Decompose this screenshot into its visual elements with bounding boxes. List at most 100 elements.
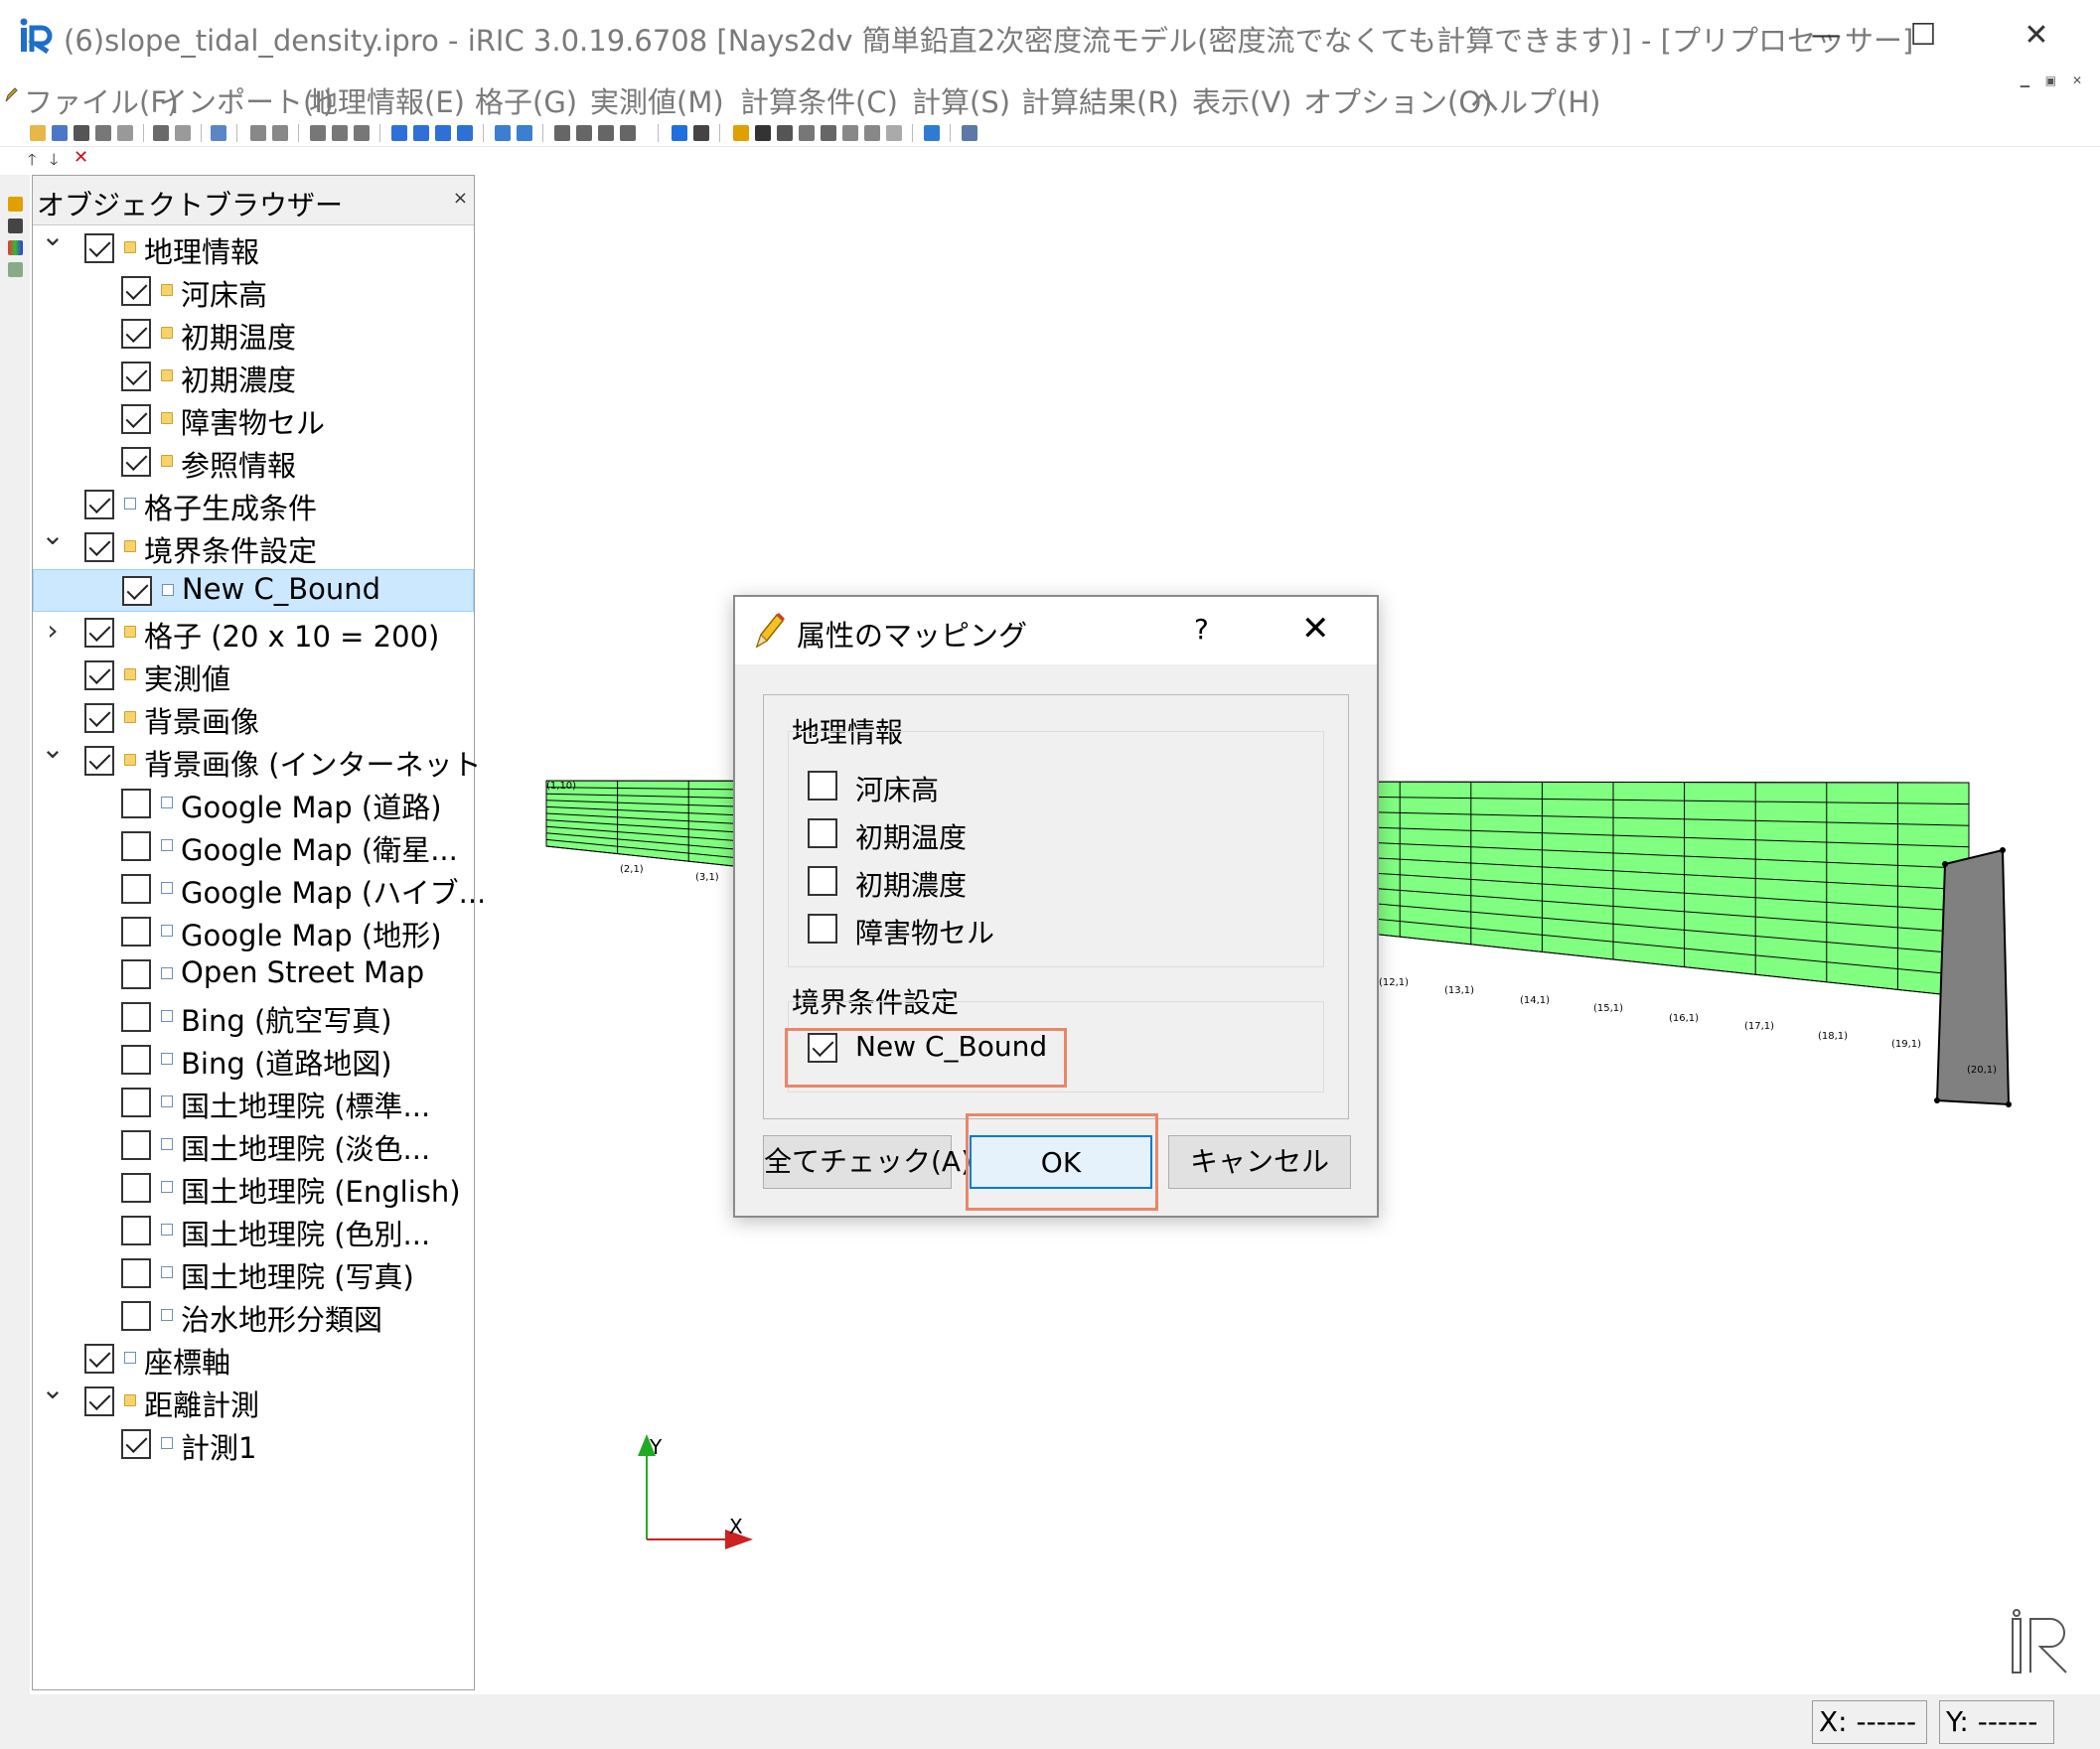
open-icon[interactable]: [30, 125, 46, 141]
move-icon[interactable]: [272, 125, 288, 141]
tool-color-icon[interactable]: [8, 240, 23, 255]
tool-pencil-icon[interactable]: [8, 197, 23, 212]
contour-icon[interactable]: [821, 125, 836, 141]
geodata-checkbox-initial-temperature[interactable]: [808, 818, 837, 848]
tree-item[interactable]: 河床高: [33, 270, 474, 313]
menu-grid[interactable]: 格子(G): [475, 79, 577, 121]
tree-item-checkbox[interactable]: [84, 703, 114, 733]
edit-icon[interactable]: [733, 125, 749, 141]
tree-item-checkbox[interactable]: [121, 447, 151, 477]
dialog-close-button[interactable]: ✕: [1301, 609, 1330, 649]
tree-item[interactable]: ⌄ 境界条件設定: [33, 518, 474, 569]
geodata-checkbox-obstacle-cell[interactable]: [808, 914, 837, 944]
chevron-down-icon[interactable]: ⌄: [39, 518, 67, 551]
tree-item[interactable]: 国土地理院 (English): [33, 1167, 474, 1210]
mouse-icon[interactable]: [962, 125, 977, 141]
close-window-button[interactable]: ✕: [2007, 14, 2066, 58]
tree-item[interactable]: Open Street Map: [33, 953, 474, 996]
menu-measured[interactable]: 実測値(M): [590, 79, 724, 121]
tree-item[interactable]: 国土地理院 (淡色...: [33, 1124, 474, 1167]
zoom-icon[interactable]: [211, 125, 226, 141]
zoom-out-icon[interactable]: [517, 125, 532, 141]
axis-y-icon[interactable]: [332, 125, 348, 141]
particle-icon[interactable]: [799, 125, 815, 141]
print-icon[interactable]: [117, 125, 133, 141]
zoom-in-icon[interactable]: [495, 125, 511, 141]
boundary-vertex[interactable]: [2006, 1101, 2012, 1107]
boundary-vertex[interactable]: [1934, 1097, 1940, 1103]
tree-item-checkbox[interactable]: [122, 576, 152, 606]
arrow-right-icon[interactable]: [413, 125, 429, 141]
arrow-down-icon[interactable]: [457, 125, 473, 141]
delete-icon[interactable]: ✕: [74, 147, 88, 168]
menu-help[interactable]: ヘルプ(H): [1470, 79, 1600, 121]
tree-item-checkbox[interactable]: [121, 319, 151, 349]
chevron-down-icon[interactable]: ⌄: [39, 732, 67, 765]
undo-icon[interactable]: [153, 125, 169, 141]
stop-icon[interactable]: [693, 125, 709, 141]
tree-item[interactable]: ⌄ 背景画像 (インターネット): [33, 732, 493, 783]
tree-item-checkbox[interactable]: [121, 1088, 151, 1117]
tree-item-checkbox[interactable]: [84, 1386, 114, 1416]
tree-item[interactable]: 計測1: [33, 1423, 474, 1466]
tree-item-checkbox[interactable]: [84, 233, 114, 263]
minimize-button[interactable]: —: [1796, 14, 1856, 58]
expand-h-icon[interactable]: [554, 125, 570, 141]
tree-item[interactable]: New C_Bound: [33, 569, 474, 612]
tree-item[interactable]: 治水地形分類図: [33, 1295, 474, 1338]
move-up-icon[interactable]: 🡑: [28, 149, 36, 176]
tree-item-checkbox[interactable]: [121, 789, 151, 818]
axis-z-icon[interactable]: [354, 125, 370, 141]
menu-calc-condition[interactable]: 計算条件(C): [740, 79, 898, 121]
menu-import[interactable]: インポート(I): [159, 79, 334, 121]
tree-item-checkbox[interactable]: [84, 1344, 114, 1374]
tree-item[interactable]: Bing (道路地図): [33, 1039, 474, 1082]
tool-chart-icon[interactable]: [8, 262, 23, 277]
snapshot-icon[interactable]: [74, 125, 89, 141]
tree-item[interactable]: 参照情報: [33, 441, 474, 484]
geodata-checkbox-initial-concentration[interactable]: [808, 866, 837, 896]
tool-image-icon[interactable]: [8, 219, 23, 233]
tree-item-checkbox[interactable]: [84, 660, 114, 690]
tree-item-checkbox[interactable]: [121, 1216, 151, 1245]
tree-item-checkbox[interactable]: [121, 1173, 151, 1203]
tree-item[interactable]: 座標軸: [33, 1338, 474, 1381]
arrow-left-icon[interactable]: [391, 125, 407, 141]
check-all-button[interactable]: 全てチェック(A): [763, 1135, 972, 1189]
move-down-icon[interactable]: 🡓: [50, 149, 58, 176]
menu-option[interactable]: オプション(O): [1303, 79, 1492, 121]
plot-icon[interactable]: [886, 125, 902, 141]
menu-file[interactable]: ファイル(F): [24, 79, 178, 121]
cancel-button[interactable]: キャンセル: [1168, 1135, 1351, 1189]
axis-x-icon[interactable]: [310, 125, 326, 141]
tree-item[interactable]: 国土地理院 (標準...: [33, 1082, 474, 1124]
mdi-window-controls[interactable]: ▁ ▣ ✕: [2021, 73, 2088, 87]
expand-v-icon[interactable]: [598, 125, 614, 141]
arrow-up-icon[interactable]: [435, 125, 451, 141]
geodata-checkbox-bed-elevation[interactable]: [808, 771, 837, 801]
tree-item-checkbox[interactable]: [84, 532, 114, 562]
tree-item-checkbox[interactable]: [121, 1258, 151, 1288]
tree-item[interactable]: 初期温度: [33, 313, 474, 356]
boundary-vertex[interactable]: [2000, 847, 2006, 853]
tree-item-checkbox[interactable]: [121, 404, 151, 434]
chart-icon[interactable]: [842, 125, 858, 141]
redo-icon[interactable]: [175, 125, 191, 141]
object-browser-close-button[interactable]: ×: [453, 188, 468, 209]
select-icon[interactable]: [250, 125, 266, 141]
maximize-button[interactable]: ☐: [1893, 14, 1953, 58]
tree-item[interactable]: 国土地理院 (色別...: [33, 1210, 474, 1252]
scatter-icon[interactable]: [864, 125, 880, 141]
copy-snapshot-icon[interactable]: [95, 125, 111, 141]
tree-item[interactable]: ⌄ 地理情報: [33, 219, 474, 270]
tree-item[interactable]: 格子生成条件: [33, 484, 474, 526]
refresh-icon[interactable]: [924, 125, 940, 141]
graph-icon[interactable]: [777, 125, 793, 141]
run-icon[interactable]: [672, 125, 687, 141]
tree-item[interactable]: Google Map (ハイブ...: [33, 868, 486, 911]
save-icon[interactable]: [52, 125, 68, 141]
tree-item[interactable]: › 格子 (20 x 10 = 200): [33, 612, 474, 655]
tree-item[interactable]: ⌄ 距離計測: [33, 1373, 474, 1423]
tree-item-checkbox[interactable]: [121, 1429, 151, 1459]
boundary-vertex[interactable]: [1942, 861, 1948, 867]
